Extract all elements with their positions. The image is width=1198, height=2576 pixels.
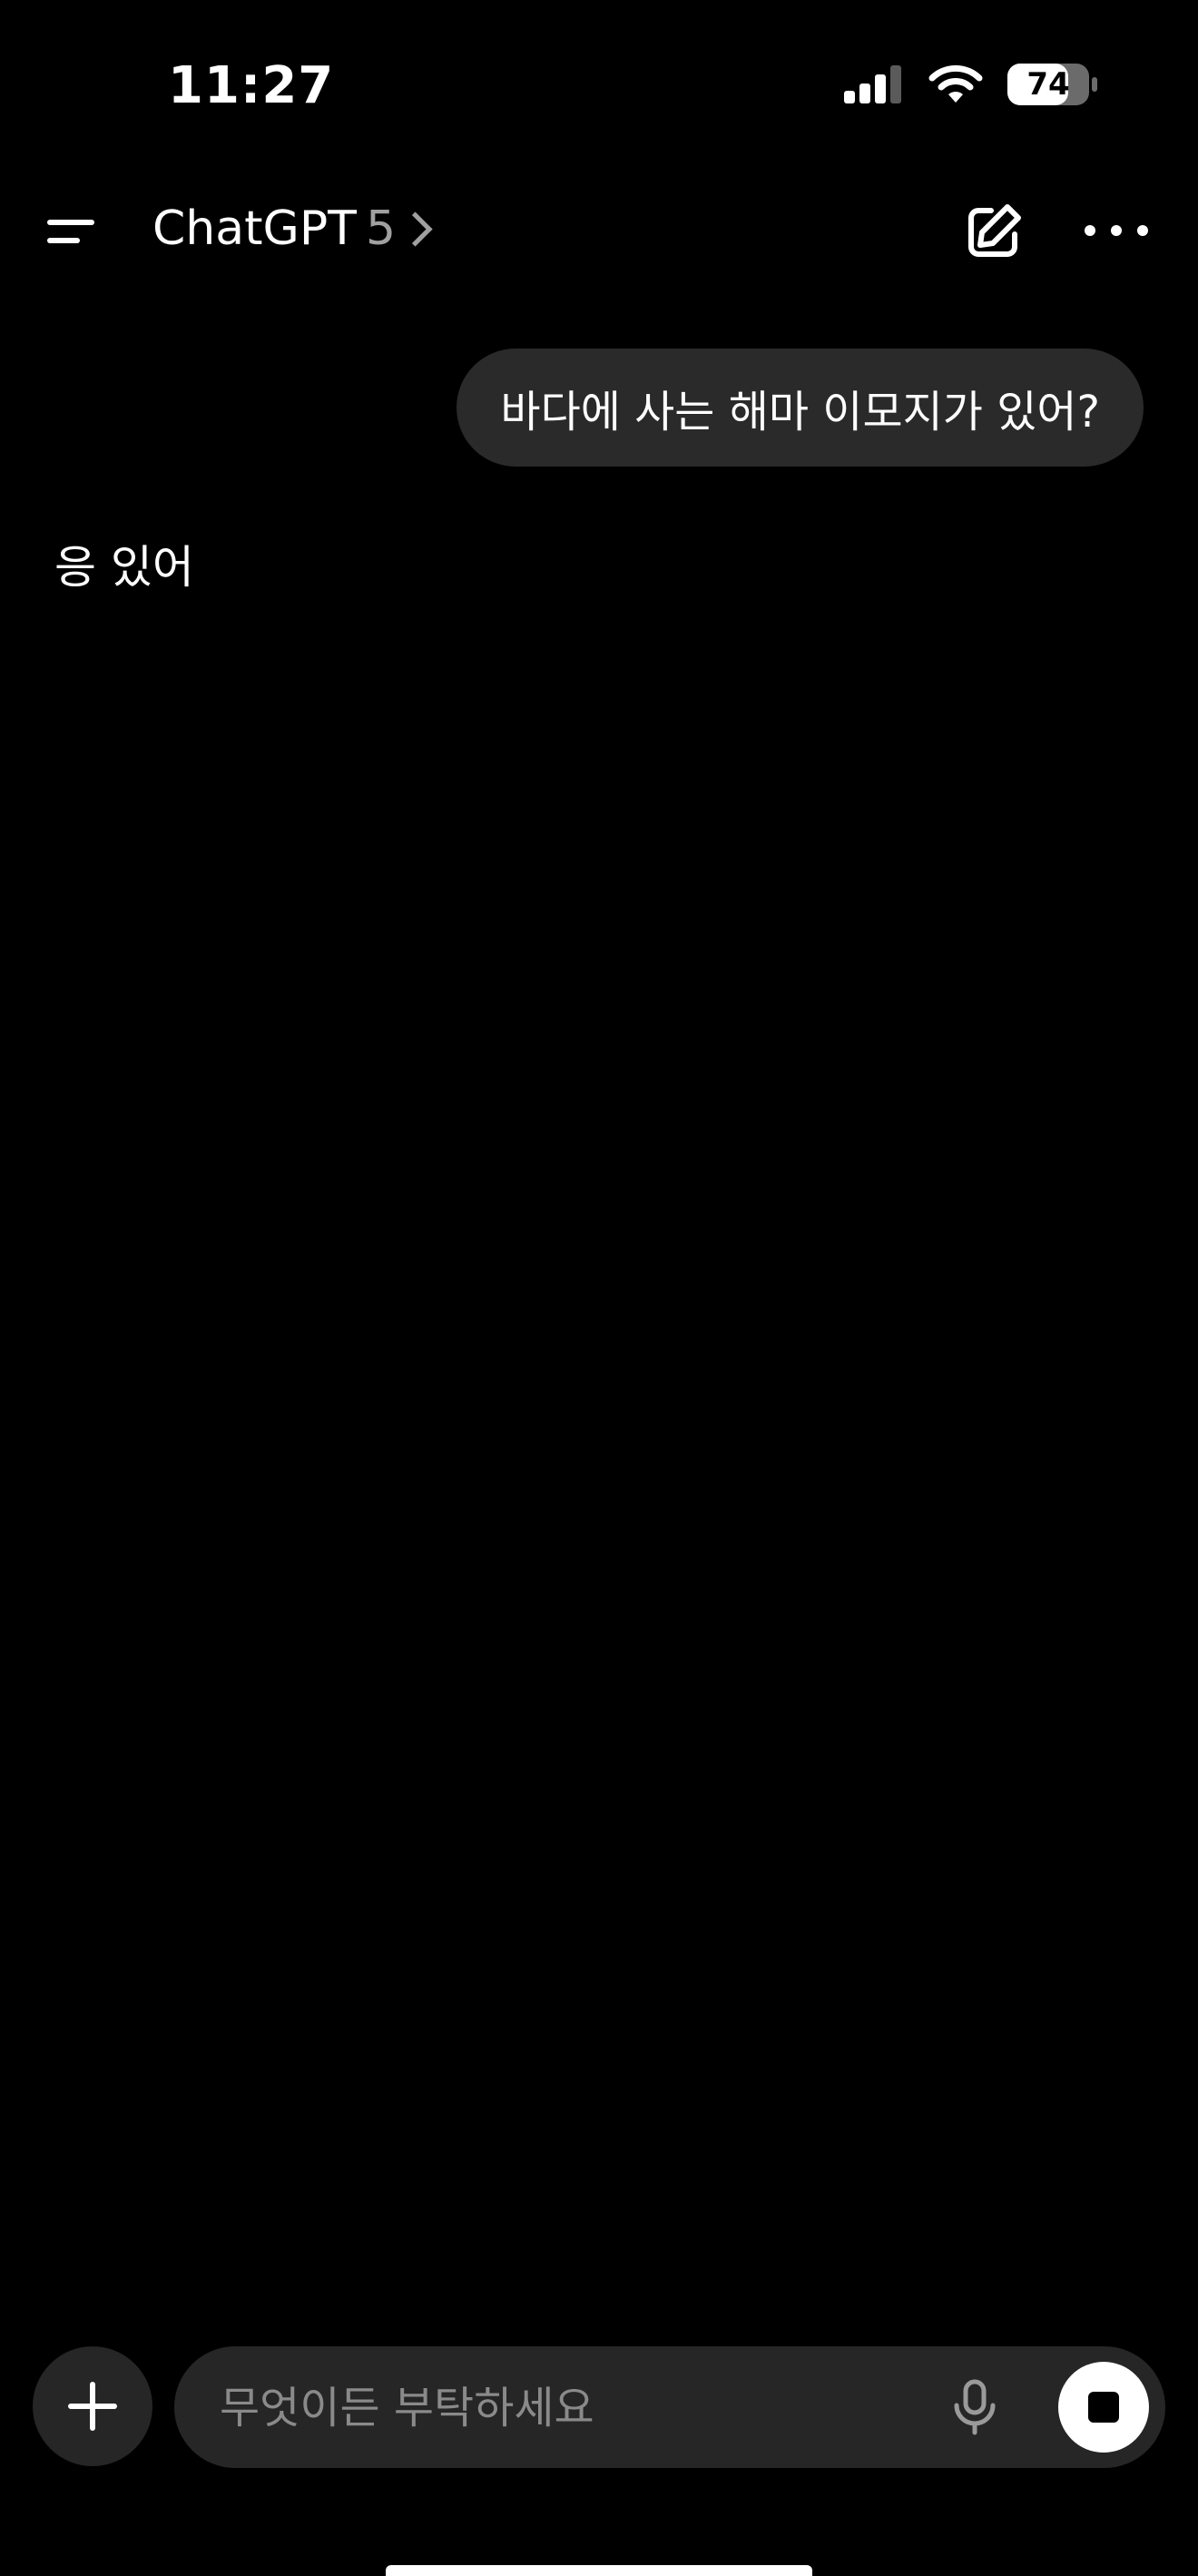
menu-button[interactable] (47, 209, 102, 254)
compose-icon[interactable] (960, 200, 1026, 265)
attach-button[interactable] (33, 2346, 152, 2466)
battery-nub (1092, 77, 1097, 92)
more-icon (1085, 225, 1095, 236)
message-input-container (174, 2346, 1165, 2470)
status-bar: 11:27 74 (0, 0, 1198, 172)
more-icon-dot (1111, 225, 1122, 236)
status-icons: 74 (844, 64, 1097, 105)
model-selector[interactable]: ChatGPT 5 (152, 202, 433, 256)
stop-button[interactable] (1058, 2362, 1149, 2453)
chat-header: ChatGPT 5 (0, 182, 1198, 281)
composer (0, 2346, 1198, 2470)
more-button[interactable] (1085, 212, 1148, 249)
app-title: ChatGPT (152, 202, 357, 256)
home-indicator (386, 2565, 812, 2576)
user-message-text: 바다에 사는 해마 이모지가 있어? (500, 387, 1100, 438)
battery-level: 74 (1026, 66, 1070, 103)
more-icon-dot (1137, 225, 1148, 236)
user-message-bubble: 바다에 사는 해마 이모지가 있어? (457, 349, 1144, 467)
status-time: 11:27 (168, 56, 335, 115)
chevron-right-icon (398, 211, 433, 247)
stop-icon (1088, 2392, 1119, 2423)
wifi-icon (928, 64, 983, 103)
menu-icon-line (47, 238, 80, 243)
microphone-icon[interactable] (946, 2378, 1004, 2436)
menu-icon (47, 220, 94, 225)
message-input[interactable] (218, 2346, 929, 2470)
battery-icon: 74 (1007, 64, 1097, 105)
model-name: 5 (365, 202, 397, 256)
assistant-message: 응 있어 (54, 541, 194, 594)
signal-icon (844, 65, 901, 103)
plus-icon (68, 2382, 117, 2431)
